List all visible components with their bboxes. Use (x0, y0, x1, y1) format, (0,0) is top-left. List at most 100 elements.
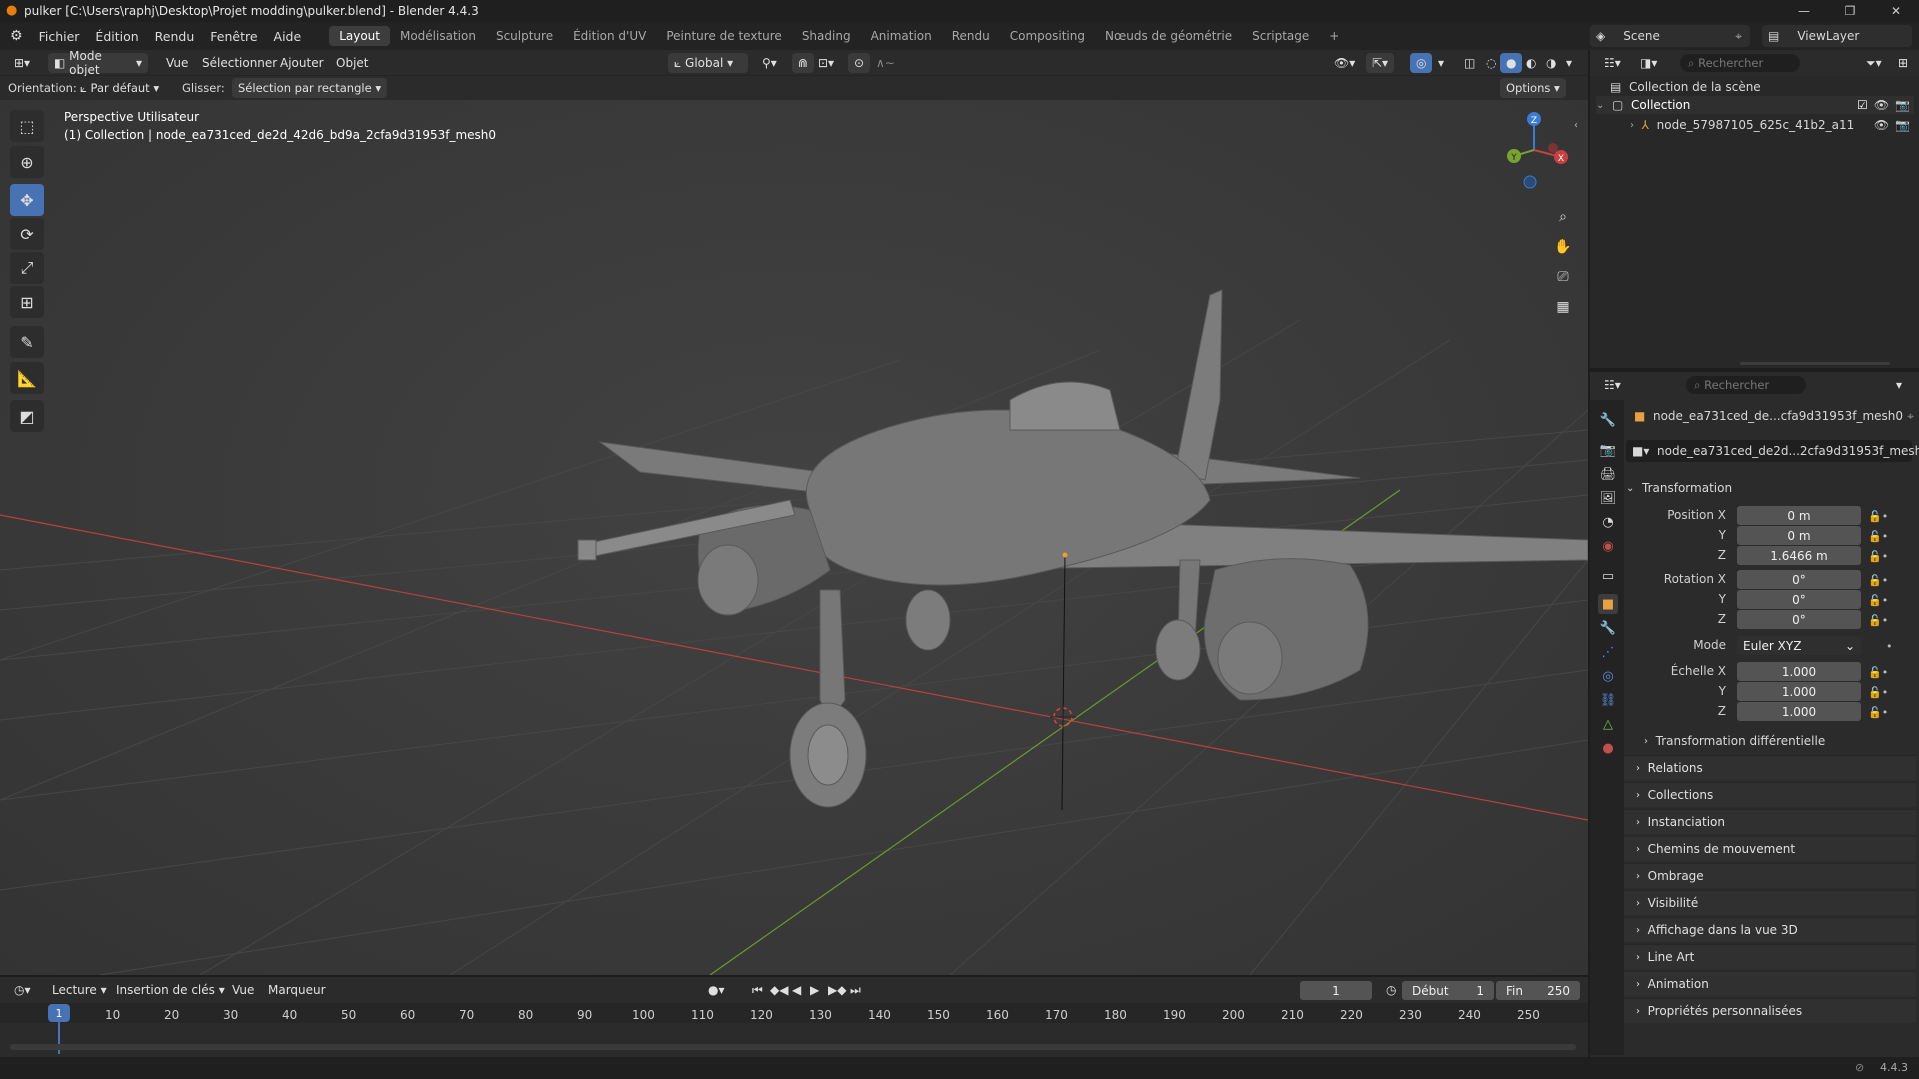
new-collection-icon[interactable]: ⊞ (1892, 53, 1914, 73)
xray-icon[interactable]: ◫ (1458, 53, 1481, 73)
menu-window[interactable]: Fenêtre (202, 29, 265, 44)
panel-shading[interactable]: › Ombrage (1624, 863, 1916, 888)
maximize-button[interactable]: ❐ (1827, 0, 1873, 22)
lock-scale-y-icon[interactable]: 🔓• (1868, 686, 1888, 699)
options-dropdown[interactable]: Options ▾ (1500, 78, 1566, 98)
object-expand-icon[interactable]: › (1630, 120, 1634, 131)
scale-tool-icon[interactable]: ⤢ (10, 252, 44, 284)
constraints-tab-icon[interactable]: ⛓ (1598, 690, 1618, 710)
output-tab-icon[interactable]: 🖨 (1598, 464, 1618, 484)
navigation-gizmo[interactable] (1507, 112, 1568, 189)
scale-x-field[interactable]: 1.000 (1737, 662, 1861, 681)
outliner-collection-row[interactable]: ⌄ ▢ Collection ☑ 👁 📷 (1596, 96, 1914, 114)
overlay-toggle-icon[interactable]: ◎ (1410, 53, 1433, 73)
view-layer-tab-icon[interactable]: 🖼 (1598, 488, 1618, 508)
menu-edit[interactable]: Édition (87, 29, 146, 44)
gizmo-toggle-icon[interactable]: ⇱▾ (1366, 53, 1395, 73)
lock-scale-z-icon[interactable]: 🔓• (1868, 706, 1888, 719)
tab-modeling[interactable]: Modélisation (390, 26, 486, 46)
menu-file[interactable]: Fichier (31, 29, 88, 44)
select-box-tool-icon[interactable]: ⬚ (10, 110, 44, 142)
sidebar-toggle-icon[interactable]: ‹ (1574, 120, 1578, 131)
object-datablock-icon[interactable]: ■▾ (1632, 444, 1649, 458)
tab-layout[interactable]: Layout (329, 26, 390, 46)
lock-rotation-y-icon[interactable]: 🔓• (1868, 594, 1888, 607)
lock-position-z-icon[interactable]: 🔓• (1868, 550, 1888, 563)
transform-orientation-dropdown[interactable]: ⟀ Global ▾ (668, 53, 748, 73)
panel-collections[interactable]: › Collections (1624, 782, 1916, 807)
3d-viewport[interactable]: Z X Y ⌕ ✋ ⎚ ▦ ‹ (0, 100, 1588, 975)
tab-animation[interactable]: Animation (861, 26, 942, 46)
object-eye-icon[interactable]: 👁 (1874, 118, 1889, 132)
outliner-search-input[interactable]: ⌕ Rechercher (1680, 54, 1800, 72)
view-layer-selector[interactable]: ▤ ViewLayer (1762, 25, 1912, 47)
collection-tab-icon[interactable]: ▭ (1598, 566, 1618, 586)
tab-sculpting[interactable]: Sculpture (486, 26, 563, 46)
end-frame-field[interactable]: Fin 250 (1496, 981, 1580, 1000)
object-tab-icon[interactable]: ■ (1598, 594, 1618, 614)
position-z-field[interactable]: 1.6466 m (1737, 546, 1861, 565)
rotation-mode-keyframe-icon[interactable]: • (1886, 640, 1893, 653)
panel-viewport-display[interactable]: › Affichage dans la vue 3D (1624, 917, 1916, 942)
outliner-scrollbar[interactable] (1740, 362, 1890, 365)
modifier-tab-icon[interactable]: 🔧 (1598, 618, 1618, 638)
collection-camera-icon[interactable]: 📷 (1895, 98, 1910, 112)
overlay-dropdown-icon[interactable]: ▾ (1432, 53, 1450, 73)
rotate-tool-icon[interactable]: ⟳ (10, 218, 44, 250)
lock-position-y-icon[interactable]: 🔓• (1868, 530, 1888, 543)
shading-dropdown-icon[interactable]: ▾ (1560, 53, 1578, 73)
rotation-z-field[interactable]: 0° (1737, 610, 1861, 629)
cursor-tool-icon[interactable]: ⊕ (10, 146, 44, 178)
menu-object[interactable]: Objet (330, 53, 374, 73)
blender-menu-icon[interactable]: ⚙ (10, 28, 23, 44)
menu-view[interactable]: Vue (160, 53, 194, 73)
transform-tool-icon[interactable]: ⊞ (10, 286, 44, 318)
rotation-y-field[interactable]: 0° (1737, 590, 1861, 609)
lock-scale-x-icon[interactable]: 🔓• (1868, 666, 1888, 679)
keying-menu[interactable]: Insertion de clés ▾ (110, 980, 231, 1000)
menu-render[interactable]: Rendu (147, 29, 203, 44)
add-workspace-icon[interactable]: + (1319, 26, 1349, 46)
tab-compositing[interactable]: Compositing (1000, 26, 1095, 46)
lock-rotation-x-icon[interactable]: 🔓• (1868, 574, 1888, 587)
snap-icon[interactable]: ⋒ (792, 53, 815, 73)
timeline-editor-type-icon[interactable]: ◷▾ (8, 980, 37, 1000)
material-tab-icon[interactable]: ● (1598, 738, 1618, 758)
tab-uv-editing[interactable]: Édition d'UV (563, 26, 656, 46)
tab-geometry-nodes[interactable]: Nœuds de géométrie (1095, 26, 1242, 46)
filter-icon[interactable]: ⏷▾ (1860, 53, 1888, 73)
properties-options-icon[interactable]: ▾ (1890, 375, 1908, 395)
lock-position-x-icon[interactable]: 🔓• (1868, 510, 1888, 523)
menu-select[interactable]: Sélectionner (196, 53, 283, 73)
minimize-button[interactable]: — (1781, 0, 1827, 22)
outliner-root-row[interactable]: ▤ Collection de la scène (1610, 78, 1910, 96)
falloff-icon[interactable]: ∧∼ (870, 53, 901, 73)
exclude-checkbox[interactable]: ☑ (1857, 98, 1868, 112)
editor-type-icon[interactable]: ⊞▾ (8, 53, 36, 73)
menu-add[interactable]: Ajouter (274, 53, 330, 73)
timeline-scrollbar[interactable] (10, 1044, 1576, 1050)
zoom-icon[interactable]: ⌕ (1550, 204, 1576, 230)
current-frame-field[interactable]: 1 (1300, 981, 1372, 1000)
rotation-mode-dropdown[interactable]: Euler XYZ ⌄ (1737, 636, 1861, 655)
panel-visibility[interactable]: › Visibilité (1624, 890, 1916, 915)
start-frame-field[interactable]: Début 1 (1402, 981, 1494, 1000)
auto-keying-icon[interactable]: ●▾ (702, 980, 731, 1000)
scale-z-field[interactable]: 1.000 (1737, 702, 1861, 721)
tab-scripting[interactable]: Scriptage (1242, 26, 1319, 46)
marker-menu[interactable]: Marqueur (262, 980, 332, 1000)
preview-range-icon[interactable]: ◷ (1380, 980, 1402, 1000)
jump-end-icon[interactable]: ⏭ (844, 980, 867, 1000)
pin-icon[interactable]: ⌖ (1735, 29, 1742, 44)
properties-editor-type-icon[interactable]: ☷▾ (1598, 375, 1627, 395)
panel-line-art[interactable]: › Line Art (1624, 944, 1916, 969)
outliner-editor-type-icon[interactable]: ☷▾ (1598, 53, 1627, 73)
panel-relations[interactable]: › Relations (1624, 755, 1916, 780)
playback-menu[interactable]: Lecture ▾ (46, 980, 113, 1000)
rotation-x-field[interactable]: 0° (1737, 570, 1861, 589)
panel-custom-properties[interactable]: › Propriétés personnalisées (1624, 998, 1916, 1023)
transform-panel-header[interactable]: ⌄ Transformation (1626, 476, 1916, 500)
menu-help[interactable]: Aide (266, 29, 310, 44)
expand-chevron-icon[interactable]: ⌄ (1596, 100, 1604, 111)
3d-cursor[interactable] (1050, 704, 1076, 730)
